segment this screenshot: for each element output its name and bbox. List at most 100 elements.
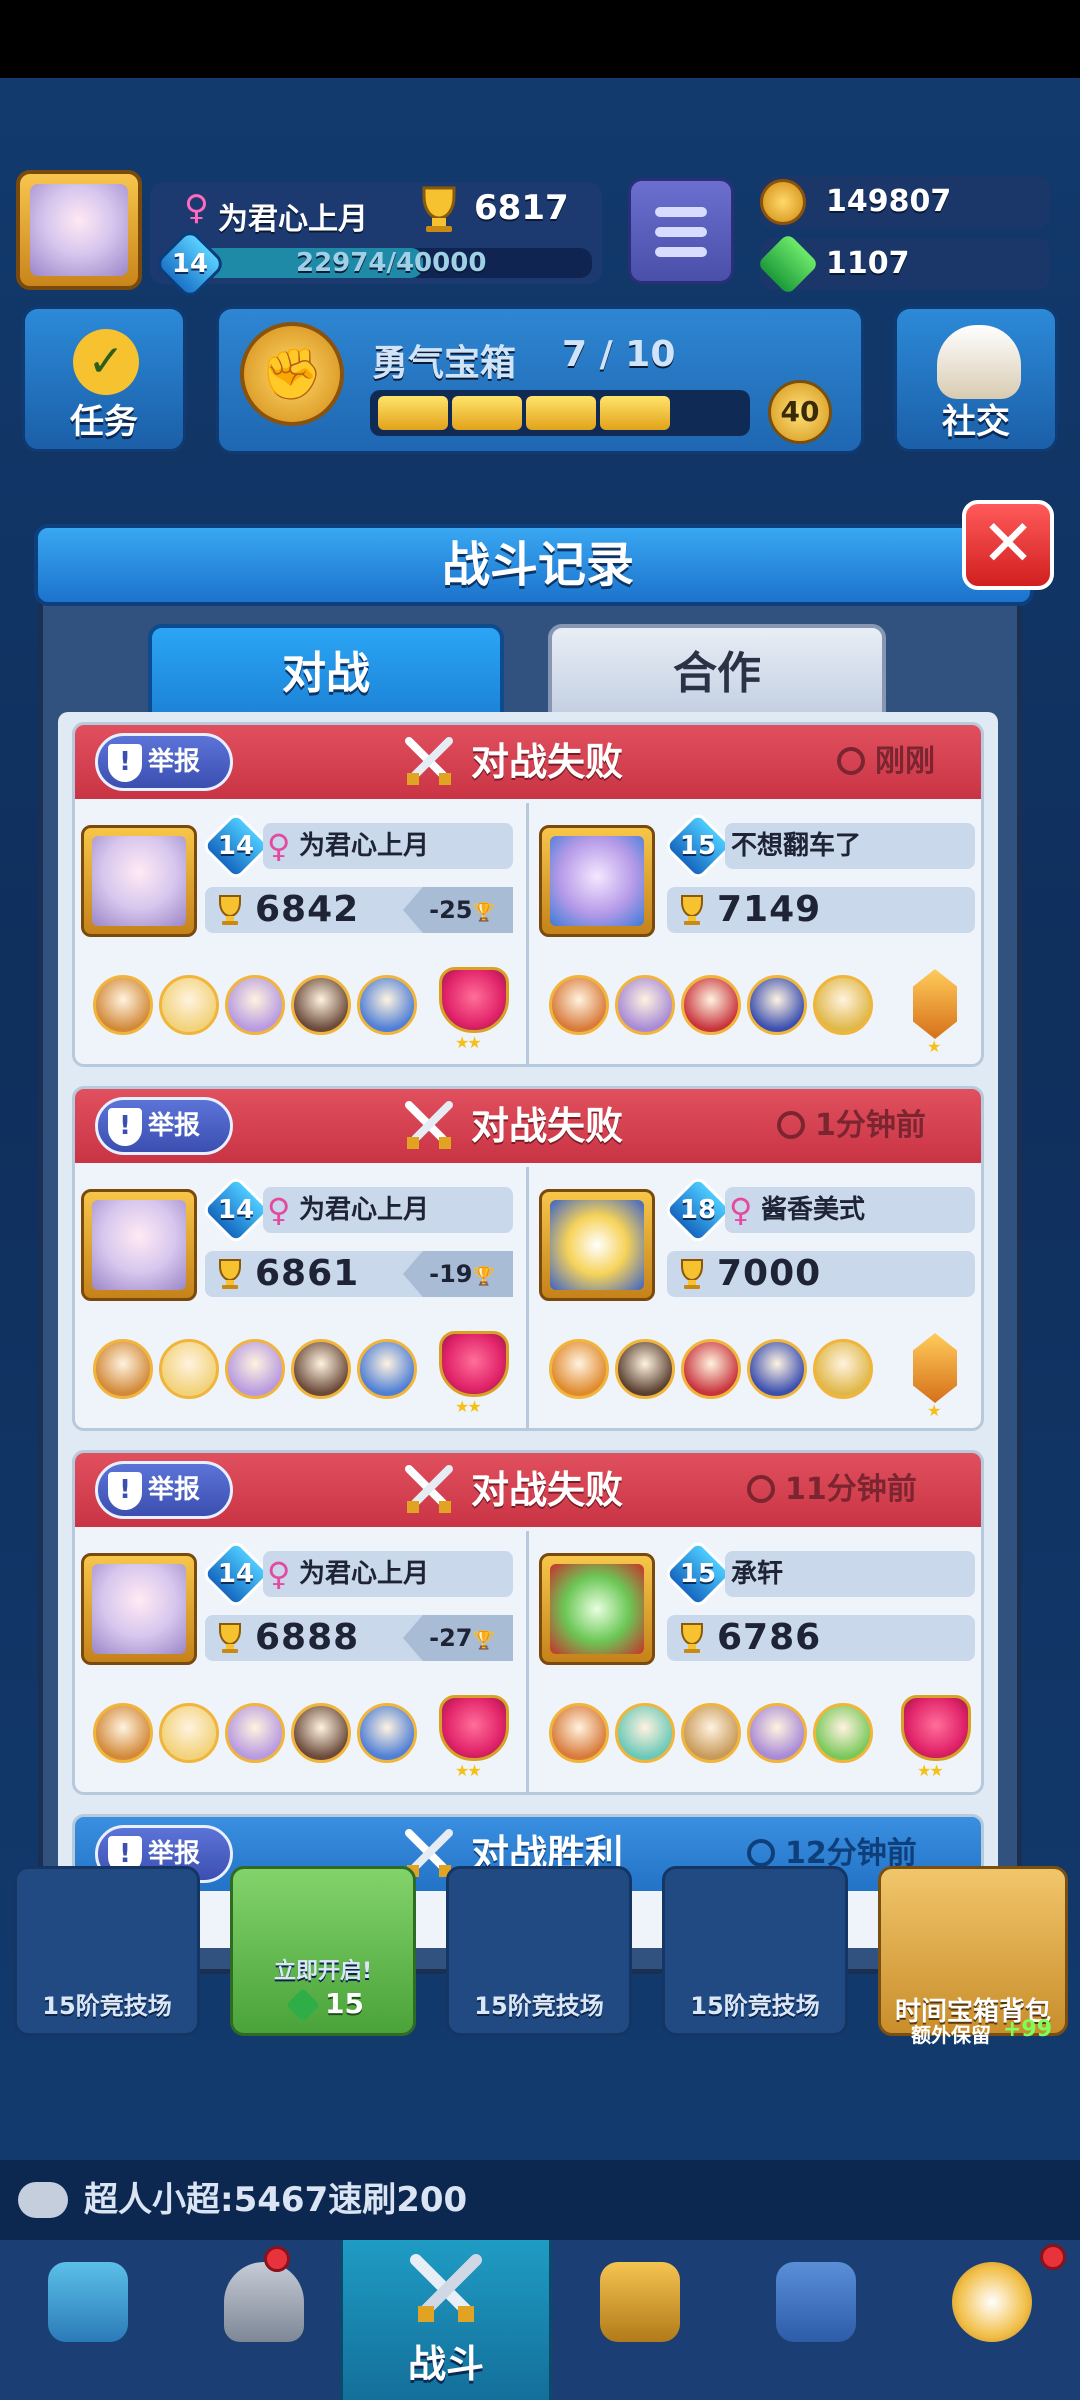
hero-portrait[interactable] (291, 975, 351, 1035)
time-chest-backpack[interactable]: 时间宝箱背包 额外保留 +99 (878, 1866, 1068, 2047)
shield-icon: ! (108, 1472, 142, 1510)
timer-icon (837, 747, 865, 775)
player-avatar[interactable] (81, 1189, 197, 1301)
hero-portrait[interactable] (357, 975, 417, 1035)
hero-portrait[interactable] (747, 975, 807, 1035)
hero-portrait[interactable] (681, 1703, 741, 1763)
social-button[interactable]: 社交 (894, 306, 1058, 452)
fist-icon: ✊ (240, 322, 344, 426)
hero-portrait[interactable] (681, 975, 741, 1035)
record-divider (526, 1167, 529, 1428)
tasks-button[interactable]: ✓ 任务 (22, 306, 186, 452)
hero-portrait[interactable] (615, 1339, 675, 1399)
hero-portrait[interactable] (93, 975, 153, 1035)
trophy-change: -19🏆 (403, 1251, 513, 1297)
helmet-icon (224, 2262, 304, 2342)
level-number: 14 (217, 1195, 255, 1225)
trophy-icon: 🏆 (472, 1630, 495, 1651)
opponent-avatar[interactable] (539, 825, 655, 937)
star-rating: ★★ (455, 1761, 482, 1780)
social-label: 社交 (942, 402, 1010, 442)
gem-count: 1107 (826, 246, 910, 281)
nav-ranking[interactable] (552, 2240, 728, 2400)
nav-explore[interactable] (904, 2240, 1080, 2400)
close-button[interactable]: ✕ (962, 500, 1054, 590)
nav-social[interactable] (728, 2240, 904, 2400)
hero-portrait[interactable] (225, 1339, 285, 1399)
coin-display[interactable]: 149807 (760, 176, 1050, 228)
heart-badge-icon (439, 1331, 509, 1397)
trophy-icon: 🏆 (472, 902, 495, 923)
hero-portrait[interactable] (615, 975, 675, 1035)
player-name: 不想翻车了 (731, 831, 862, 861)
nav-battle-label: 战斗 (407, 2342, 484, 2386)
nav-battle[interactable]: 战斗 (340, 2240, 552, 2400)
hero-portrait[interactable] (291, 1703, 351, 1763)
female-icon: ♀ (267, 1555, 291, 1593)
hero-portrait[interactable] (93, 1703, 153, 1763)
hero-portrait[interactable] (93, 1339, 153, 1399)
trophy-icon (675, 1257, 709, 1291)
arena-chest-1[interactable]: 15阶竞技场 (14, 1866, 200, 2036)
record-header: ! 举报 对战失败 1分钟前 (75, 1089, 981, 1163)
hero-portrait[interactable] (813, 1339, 873, 1399)
chat-bar[interactable]: 超人小超:5467速刷200 (0, 2160, 1080, 2240)
report-button[interactable]: ! 举报 (95, 733, 233, 791)
opponent-avatar[interactable] (539, 1553, 655, 1665)
chest-progress: 7 / 10 (562, 334, 676, 375)
trophy-count: 7000 (717, 1253, 822, 1294)
hero-portrait[interactable] (549, 1339, 609, 1399)
player-avatar[interactable] (81, 825, 197, 937)
arena-chest-3[interactable]: 15阶竞技场 (446, 1866, 632, 2036)
team-icon (776, 2262, 856, 2342)
gem-display[interactable]: 1107 (756, 232, 1050, 296)
compass-icon (952, 2262, 1032, 2342)
battle-record-list[interactable]: ! 举报 对战失败 刚刚 14 ♀ 为君心上月 6842 -25🏆 15 不想翻车了 7149 ★★ ★!… (58, 712, 998, 1948)
player-name: 为君心上月 (299, 831, 430, 861)
open-cost: 15 (325, 1987, 364, 2020)
hero-portrait[interactable] (225, 975, 285, 1035)
hero-portrait[interactable] (813, 1703, 873, 1763)
battle-result: 对战失败 (471, 1104, 624, 1148)
time-chest-bonus: +99 (1003, 2017, 1053, 2042)
opponent-avatar[interactable] (539, 1189, 655, 1301)
hero-portrait[interactable] (357, 1703, 417, 1763)
battle-result: 对战失败 (471, 1468, 624, 1512)
player-avatar[interactable] (16, 170, 142, 290)
hero-portrait[interactable] (813, 975, 873, 1035)
star-rating: ★ (927, 1037, 941, 1056)
nav-equipment[interactable] (176, 2240, 352, 2400)
record-header: ! 举报 对战失败 11分钟前 (75, 1453, 981, 1527)
tab-coop[interactable]: 合作 (548, 624, 886, 716)
player-name: 为君心上月 (218, 202, 368, 237)
report-button[interactable]: ! 举报 (95, 1097, 233, 1155)
report-button[interactable]: ! 举报 (95, 1461, 233, 1519)
hero-portrait[interactable] (159, 1339, 219, 1399)
menu-button[interactable] (628, 178, 734, 284)
battle-result: 对战失败 (471, 740, 624, 784)
social-icon (937, 325, 1021, 399)
hero-portrait[interactable] (159, 1703, 219, 1763)
hero-portrait[interactable] (159, 975, 219, 1035)
hero-portrait[interactable] (549, 1703, 609, 1763)
trophy-icon (213, 1621, 247, 1655)
hero-portrait[interactable] (291, 1339, 351, 1399)
hero-portrait[interactable] (549, 975, 609, 1035)
open-now-chest[interactable]: 立即开启! 15 (230, 1866, 416, 2036)
nav-shop[interactable] (0, 2240, 176, 2400)
hero-portrait[interactable] (225, 1703, 285, 1763)
arena-chest-4[interactable]: 15阶竞技场 (662, 1866, 848, 2036)
trophy-icon (675, 893, 709, 927)
hero-portrait[interactable] (615, 1703, 675, 1763)
hero-portrait[interactable] (357, 1339, 417, 1399)
chest-label: 15阶竞技场 (474, 1992, 604, 2020)
heart-badge-icon (439, 967, 509, 1033)
heart-badge-icon (901, 1695, 971, 1761)
player-avatar[interactable] (81, 1553, 197, 1665)
level-number: 15 (679, 831, 717, 861)
tab-battle[interactable]: 对战 (148, 624, 504, 716)
hero-portrait[interactable] (747, 1339, 807, 1399)
hero-portrait[interactable] (681, 1339, 741, 1399)
battle-time: 11分钟前 (785, 1472, 917, 1507)
hero-portrait[interactable] (747, 1703, 807, 1763)
